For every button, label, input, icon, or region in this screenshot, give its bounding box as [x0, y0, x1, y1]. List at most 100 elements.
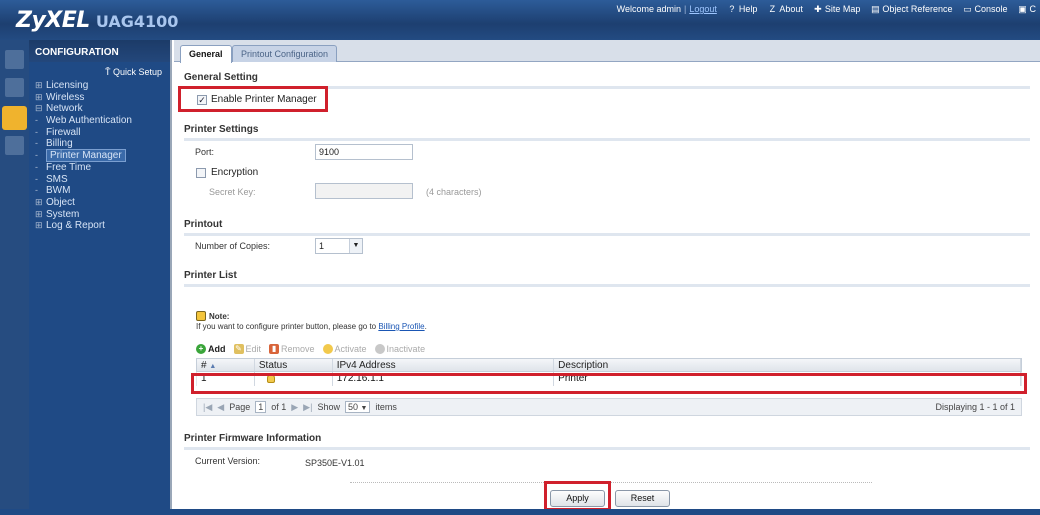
dashboard-panel-icon[interactable]	[5, 50, 24, 69]
sidebar-item-free-time[interactable]: - Free Time	[29, 162, 170, 174]
bullet-icon: -	[35, 115, 38, 126]
billing-profile-link[interactable]: Billing Profile	[378, 322, 424, 331]
sidebar-item-firewall[interactable]: - Firewall	[29, 127, 170, 139]
current-version-value: SP350E-V1.01	[305, 458, 365, 468]
console-label: Console	[974, 4, 1008, 14]
sidebar-item-label: BWM	[46, 185, 71, 197]
sidebar-item-system[interactable]: ⊞ System	[29, 209, 170, 221]
chevron-down-icon: ▼	[349, 239, 362, 253]
highlight-enable-printer-manager	[178, 86, 328, 112]
model-name: UAG4100	[95, 12, 179, 31]
section-printout: Printout	[184, 219, 1030, 236]
about-link[interactable]: Z About	[767, 4, 803, 14]
sitemap-icon: ✚	[814, 3, 822, 14]
site-map-label: Site Map	[824, 4, 861, 14]
first-page-icon[interactable]: |◀	[203, 402, 212, 413]
secret-key-input[interactable]	[315, 183, 413, 199]
bullet-icon: -	[35, 185, 38, 196]
current-version-label: Current Version:	[195, 456, 261, 466]
sidebar-item-printer-manager[interactable]: - Printer Manager	[29, 149, 170, 163]
tab-bar: General Printout Configuration	[174, 40, 1040, 63]
port-label: Port:	[195, 147, 215, 157]
console-link[interactable]: ▭ Console	[962, 4, 1007, 14]
show-label: Show	[317, 402, 340, 412]
note-text: If you want to configure printer button,…	[196, 322, 427, 331]
sidebar-item-label: Firewall	[46, 126, 81, 138]
sidebar-item-web-authentication[interactable]: - Web Authentication	[29, 115, 170, 127]
column-header-description[interactable]: Description	[554, 359, 1021, 371]
quick-setup-link[interactable]: Ť Quick Setup	[29, 62, 170, 78]
table-header: # ▲ Status IPv4 Address Description	[196, 358, 1022, 372]
edit-button[interactable]: ✎ Edit	[233, 344, 262, 354]
config-sidebar: CONFIGURATION Ť Quick Setup ⊞ Licensing ⊞…	[29, 40, 172, 515]
encryption-label: Encryption	[211, 167, 259, 178]
bullet-icon: -	[35, 150, 38, 161]
remove-label: Remove	[281, 344, 315, 354]
maintenance-panel-icon[interactable]	[5, 136, 24, 155]
cli-link[interactable]: ▣ C	[1018, 3, 1037, 14]
secret-key-hint: (4 characters)	[426, 187, 482, 197]
expand-icon: ⊞	[35, 196, 43, 207]
sidebar-item-wireless[interactable]: ⊞ Wireless	[29, 92, 170, 104]
sidebar-item-network[interactable]: ⊟ Network	[29, 103, 170, 115]
sidebar-item-object[interactable]: ⊞ Object	[29, 197, 170, 209]
sort-ascending-icon: ▲	[209, 363, 217, 370]
copies-select[interactable]: 1 ▼	[315, 238, 363, 254]
add-icon: +	[196, 344, 206, 354]
quick-setup-label: Quick Setup	[112, 67, 162, 77]
cli-label: C	[1029, 4, 1037, 14]
section-printer-list: Printer List	[184, 270, 1030, 287]
app-header: ZyXEL UAG4100 Welcome admin | Logout ? Help …	[0, 0, 1040, 40]
logout-link[interactable]: Logout	[689, 4, 717, 14]
activate-label: Activate	[334, 344, 367, 354]
bottom-bar	[0, 509, 1040, 515]
object-reference-link[interactable]: ▤ Object Reference	[870, 4, 952, 14]
sidebar-item-label: System	[46, 208, 80, 220]
last-page-icon[interactable]: ▶|	[303, 402, 312, 413]
reset-button[interactable]: Reset	[615, 490, 670, 507]
next-page-icon[interactable]: ▶	[291, 402, 298, 413]
bullet-icon: -	[35, 126, 38, 137]
inactivate-button[interactable]: Inactivate	[374, 344, 425, 354]
sidebar-item-log-report[interactable]: ⊞ Log & Report	[29, 220, 170, 232]
copies-value: 1	[319, 241, 325, 251]
highlight-printer-row	[191, 373, 1027, 394]
port-input[interactable]: 9100	[315, 144, 413, 160]
page-size-select[interactable]: 50 ▼	[344, 401, 371, 413]
encryption-checkbox[interactable]	[196, 168, 206, 178]
cli-icon: ▣	[1018, 3, 1027, 14]
footer-divider	[350, 482, 872, 483]
monitor-panel-icon[interactable]	[5, 78, 24, 97]
column-number-label: #	[201, 360, 207, 371]
note-title: Note:	[209, 312, 230, 321]
remove-button[interactable]: ▮ Remove	[269, 344, 315, 354]
note-end: .	[424, 322, 427, 331]
page-size-value: 50	[347, 402, 358, 412]
column-header-number[interactable]: # ▲	[197, 359, 255, 371]
edit-label: Edit	[245, 344, 262, 354]
grid-toolbar: + Add ✎ Edit ▮ Remove Activate Inactivate	[196, 341, 1022, 357]
tab-printout-configuration[interactable]: Printout Configuration	[232, 45, 338, 62]
activate-button[interactable]: Activate	[322, 344, 367, 354]
page-number-input[interactable]: 1	[255, 401, 267, 413]
top-links: Welcome admin | Logout ? Help Z About ✚ Site …	[617, 4, 1036, 14]
sidebar-item-label: Billing	[46, 138, 73, 150]
sidebar-item-bwm[interactable]: - BWM	[29, 185, 170, 197]
welcome-text: Welcome admin	[616, 4, 681, 14]
sidebar-item-label: Object	[46, 196, 75, 208]
configuration-panel-icon[interactable]	[2, 106, 27, 130]
sidebar-item-licensing[interactable]: ⊞ Licensing	[29, 80, 170, 92]
add-button[interactable]: + Add	[196, 344, 226, 354]
column-header-ipv4[interactable]: IPv4 Address	[333, 359, 555, 371]
site-map-link[interactable]: ✚ Site Map	[813, 3, 861, 14]
welcome-area: Welcome admin | Logout	[616, 4, 717, 14]
chevron-down-icon: ▼	[360, 405, 368, 412]
panel-icon-strip	[0, 40, 29, 515]
help-link[interactable]: ? Help	[727, 4, 757, 14]
prev-page-icon[interactable]: ◀	[217, 402, 224, 413]
expand-icon: ⊞	[35, 220, 43, 231]
column-header-status[interactable]: Status	[255, 359, 333, 371]
tab-general[interactable]: General	[180, 45, 232, 63]
trash-icon: ▮	[269, 344, 280, 354]
sidebar-item-sms[interactable]: - SMS	[29, 174, 170, 186]
